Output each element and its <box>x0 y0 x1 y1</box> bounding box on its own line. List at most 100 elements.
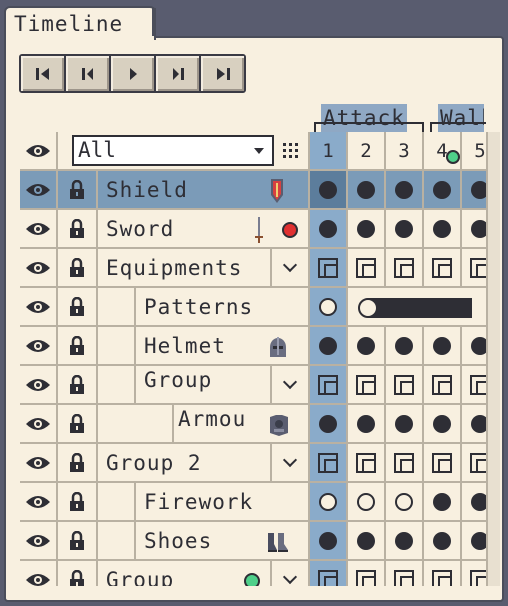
cel[interactable] <box>386 249 424 288</box>
layer-name[interactable]: Patterns <box>136 288 310 327</box>
prev-frame-button[interactable] <box>66 56 109 91</box>
frame-header-1[interactable]: 1 <box>310 132 348 171</box>
lock-toggle[interactable] <box>58 366 98 405</box>
layer-row[interactable]: Group 2 <box>20 444 486 483</box>
frame-header-5[interactable]: 5 <box>462 132 486 171</box>
visibility-toggle-all[interactable] <box>20 132 58 171</box>
lock-toggle[interactable] <box>58 561 98 586</box>
cel[interactable] <box>348 210 386 249</box>
cel[interactable] <box>386 366 424 405</box>
cel[interactable] <box>310 561 348 586</box>
color-tag-green[interactable] <box>244 573 260 586</box>
layer-name[interactable]: Sword <box>98 210 310 249</box>
lock-toggle[interactable] <box>58 522 98 561</box>
lock-toggle[interactable] <box>58 210 98 249</box>
visibility-toggle[interactable] <box>20 171 58 210</box>
layer-row[interactable]: Group <box>20 366 486 405</box>
grid-dots-icon[interactable] <box>282 142 300 160</box>
cel[interactable] <box>386 444 424 483</box>
expand-toggle[interactable] <box>272 561 310 586</box>
cel[interactable] <box>310 522 348 561</box>
cel[interactable] <box>386 561 424 586</box>
lock-toggle[interactable] <box>58 327 98 366</box>
expand-toggle[interactable] <box>272 444 310 483</box>
cel[interactable] <box>348 171 386 210</box>
cel[interactable] <box>348 366 386 405</box>
layer-row[interactable]: Patterns <box>20 288 486 327</box>
cel[interactable] <box>386 171 424 210</box>
cel[interactable] <box>424 405 462 444</box>
lock-toggle[interactable] <box>58 444 98 483</box>
cel[interactable] <box>310 210 348 249</box>
cel[interactable] <box>386 405 424 444</box>
cel[interactable] <box>462 210 486 249</box>
layer-name[interactable]: Group 2 <box>98 444 272 483</box>
layer-name[interactable]: Group <box>136 366 272 405</box>
cel[interactable] <box>348 561 386 586</box>
last-frame-button[interactable] <box>201 56 244 91</box>
cel[interactable] <box>424 366 462 405</box>
cel[interactable] <box>424 171 462 210</box>
cel[interactable] <box>462 561 486 586</box>
visibility-toggle[interactable] <box>20 327 58 366</box>
linked-cel-span[interactable] <box>348 288 486 327</box>
cel[interactable] <box>348 483 386 522</box>
cel[interactable] <box>424 522 462 561</box>
cel[interactable] <box>424 561 462 586</box>
cel[interactable] <box>462 444 486 483</box>
lock-toggle[interactable] <box>58 405 98 444</box>
lock-toggle[interactable] <box>58 483 98 522</box>
first-frame-button[interactable] <box>21 56 64 91</box>
layer-row[interactable]: Group <box>20 561 486 586</box>
visibility-toggle[interactable] <box>20 210 58 249</box>
play-button[interactable] <box>111 56 154 91</box>
cel[interactable] <box>348 444 386 483</box>
cel[interactable] <box>462 405 486 444</box>
layer-row[interactable]: Shoes <box>20 522 486 561</box>
cel[interactable] <box>310 405 348 444</box>
visibility-toggle[interactable] <box>20 366 58 405</box>
cel[interactable] <box>424 210 462 249</box>
cel[interactable] <box>424 444 462 483</box>
cel[interactable] <box>348 522 386 561</box>
visibility-toggle[interactable] <box>20 444 58 483</box>
cel[interactable] <box>462 327 486 366</box>
layer-row[interactable]: Equipments <box>20 249 486 288</box>
cel[interactable] <box>310 327 348 366</box>
cel[interactable] <box>310 366 348 405</box>
layer-name[interactable]: Equipments <box>98 249 272 288</box>
cel[interactable] <box>348 249 386 288</box>
layer-row[interactable]: Helmet <box>20 327 486 366</box>
layer-name[interactable]: Firework <box>136 483 310 522</box>
layer-row[interactable]: Firework <box>20 483 486 522</box>
cel[interactable] <box>310 249 348 288</box>
expand-toggle[interactable] <box>272 366 310 405</box>
cel[interactable] <box>462 249 486 288</box>
lock-toggle[interactable] <box>58 288 98 327</box>
layer-filter-dropdown[interactable]: All <box>72 135 274 166</box>
cel[interactable] <box>348 327 386 366</box>
visibility-toggle[interactable] <box>20 249 58 288</box>
cel[interactable] <box>386 483 424 522</box>
cel[interactable] <box>348 405 386 444</box>
cel[interactable] <box>310 171 348 210</box>
lock-toggle[interactable] <box>58 171 98 210</box>
vertical-scrollbar[interactable] <box>486 132 500 586</box>
cel[interactable] <box>310 444 348 483</box>
layer-row[interactable]: Sword <box>20 210 486 249</box>
lock-toggle[interactable] <box>58 249 98 288</box>
cel[interactable] <box>462 366 486 405</box>
cel[interactable] <box>462 522 486 561</box>
visibility-toggle[interactable] <box>20 522 58 561</box>
frame-header-2[interactable]: 2 <box>348 132 386 171</box>
visibility-toggle[interactable] <box>20 405 58 444</box>
cel[interactable] <box>310 483 348 522</box>
cel[interactable] <box>386 327 424 366</box>
cel[interactable] <box>424 483 462 522</box>
cel[interactable] <box>462 171 486 210</box>
visibility-toggle[interactable] <box>20 288 58 327</box>
layer-row[interactable]: Shield <box>20 171 486 210</box>
cel[interactable] <box>310 288 348 327</box>
visibility-toggle[interactable] <box>20 561 58 586</box>
cel[interactable] <box>462 483 486 522</box>
